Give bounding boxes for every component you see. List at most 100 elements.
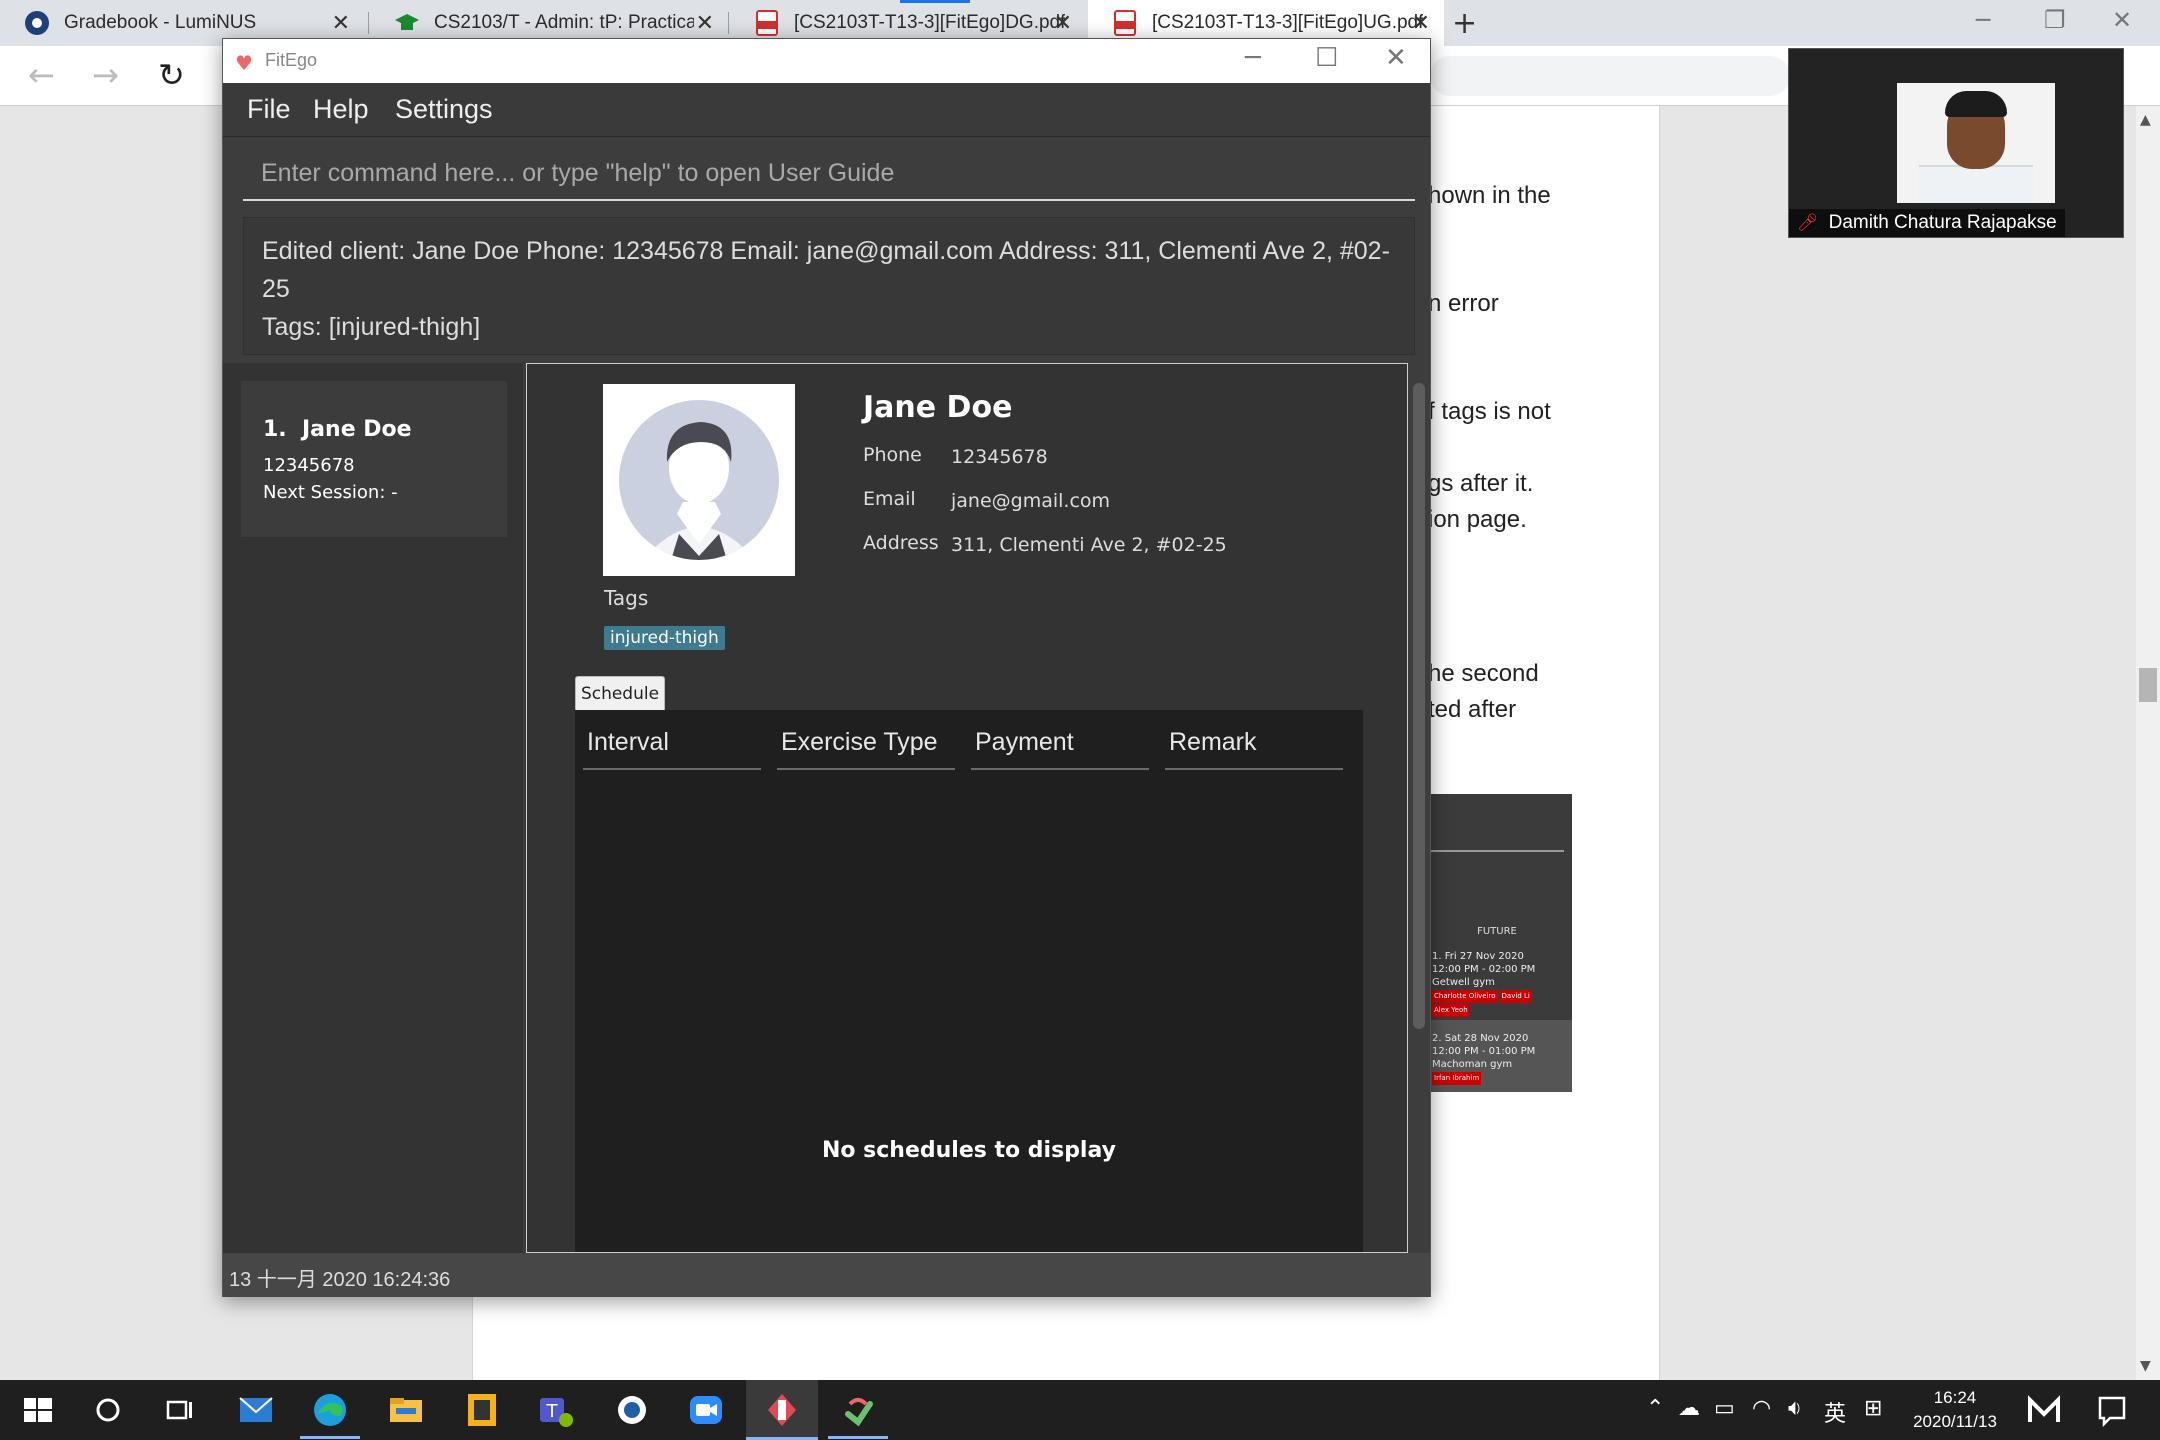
- status-bar: 13 十一月 2020 16:24:36: [223, 1253, 1430, 1297]
- result-line: Tags: [injured-thigh]: [262, 313, 481, 341]
- future-label: FUTURE: [1477, 926, 1517, 937]
- address-bar[interactable]: [1430, 56, 1790, 96]
- pdf-text: gs after it.: [1428, 470, 1534, 497]
- muted-mic-icon: 🎤︎: [1797, 213, 1819, 232]
- command-box: [243, 147, 1415, 201]
- svg-text:T: T: [546, 1401, 559, 1422]
- volume-icon[interactable]: 🔉︎: [1788, 1396, 1802, 1421]
- email-label: Email: [863, 488, 916, 510]
- result-display: Edited client: Jane Doe Phone: 12345678 …: [243, 217, 1415, 355]
- pdf-text: n error: [1428, 290, 1499, 317]
- column-header-exercise-type[interactable]: Exercise Type: [777, 728, 955, 770]
- pdf-text: ion page.: [1428, 506, 1527, 533]
- menu-settings[interactable]: Settings: [395, 94, 493, 125]
- menu-help[interactable]: Help: [313, 94, 369, 125]
- result-line: Edited client: Jane Doe Phone: 12345678 …: [262, 237, 1390, 303]
- taskbar-clock[interactable]: 16:24 2020/11/13: [1900, 1386, 2010, 1434]
- tab-title: [CS2103T-T13-3][FitEgo]UG.pdf: [1152, 12, 1424, 33]
- window-title-bar[interactable]: ♥ FitEgo ─ ☐ ✕: [223, 39, 1430, 83]
- tag-badge: injured-thigh: [604, 626, 725, 650]
- avatar: [603, 384, 795, 576]
- pdf-scrollbar[interactable]: ▲ ▼: [2136, 106, 2160, 1380]
- notifications-icon[interactable]: [2092, 1390, 2132, 1430]
- pdf-text: he second: [1428, 660, 1539, 687]
- close-tab-icon[interactable]: ✕: [1412, 10, 1430, 36]
- client-next-session: Next Session: -: [263, 482, 398, 503]
- forward-icon[interactable]: →: [92, 56, 119, 94]
- empty-schedule-message: No schedules to display: [821, 1138, 1116, 1163]
- loading-indicator: [900, 0, 970, 3]
- close-tab-icon[interactable]: ✕: [696, 10, 714, 36]
- intellij-icon[interactable]: [762, 1390, 802, 1430]
- fitego-logo-icon: ♥: [235, 51, 253, 75]
- tab-title: [CS2103T-T13-3][FitEgo]DG.pdf: [794, 12, 1066, 33]
- participant-video: [1897, 83, 2055, 203]
- client-detail-panel: Tags injured-thigh Jane Doe Phone 123456…: [526, 363, 1408, 1253]
- app-icon[interactable]: [612, 1390, 652, 1430]
- column-header-remark[interactable]: Remark: [1165, 728, 1343, 770]
- phone-value: 12345678: [951, 446, 1048, 468]
- client-name: 1. Jane Doe: [263, 417, 412, 442]
- clock-date: 2020/11/13: [1913, 1412, 1997, 1431]
- menu-file[interactable]: File: [247, 94, 291, 125]
- schedule-tab-button[interactable]: Schedule: [575, 676, 665, 712]
- graduation-cap-icon: [395, 14, 419, 30]
- taskbar: T ⌃ ☁ ▭ ◠ 🔉︎ 英 ⊞ 16:24 2020/11/13: [0, 1380, 2160, 1440]
- windows-start-icon[interactable]: [18, 1390, 58, 1430]
- pdf-text: hown in the: [1428, 182, 1551, 209]
- column-header-interval[interactable]: Interval: [583, 728, 761, 770]
- restore-icon[interactable]: ❐: [2044, 6, 2066, 34]
- close-tab-icon[interactable]: ✕: [332, 10, 350, 36]
- client-detail-name: Jane Doe: [863, 390, 1013, 425]
- window-title: FitEgo: [265, 50, 318, 70]
- command-input[interactable]: [243, 147, 1415, 199]
- reload-icon[interactable]: ↻: [158, 56, 185, 94]
- battery-icon[interactable]: ▭: [1714, 1396, 1735, 1421]
- fitego-window: ♥ FitEgo ─ ☐ ✕ File Help Settings Edited…: [222, 38, 1431, 1297]
- schedule-entry: 2. Sat 28 Nov 2020 12:00 PM - 01:00 PM M…: [1432, 1032, 1535, 1085]
- show-hidden-icons[interactable]: ⌃: [1646, 1396, 1664, 1421]
- pdf-text: ted after: [1428, 696, 1517, 723]
- clock-time: 16:24: [1933, 1388, 1977, 1407]
- close-window-icon[interactable]: ✕: [2112, 6, 2132, 34]
- pdf-text: f tags is not: [1428, 398, 1551, 425]
- search-icon[interactable]: [88, 1390, 128, 1430]
- phone-label: Phone: [863, 444, 922, 466]
- participant-name: Damith Chatura Rajapakse: [1828, 212, 2057, 233]
- tab-title: CS2103/T - Admin: tP: Practical E: [434, 12, 694, 33]
- zoom-icon[interactable]: [686, 1390, 726, 1430]
- fitego-app-icon[interactable]: [838, 1390, 878, 1430]
- tags-label: Tags: [604, 586, 649, 610]
- minimize-icon[interactable]: ─: [1245, 43, 1261, 73]
- pdf-screenshot-image: FUTURE 1. Fri 27 Nov 2020 12:00 PM - 02:…: [1422, 794, 1572, 1092]
- zoom-video-window[interactable]: 🎤︎ Damith Chatura Rajapakse: [1788, 48, 2124, 238]
- schedule-table: Interval Exercise Type Payment Remark No…: [575, 710, 1363, 1252]
- file-explorer-icon[interactable]: [386, 1390, 426, 1430]
- onedrive-icon[interactable]: ☁: [1678, 1396, 1700, 1421]
- new-tab-button[interactable]: +: [1452, 6, 1477, 41]
- close-tab-icon[interactable]: ✕: [1054, 10, 1072, 36]
- close-icon[interactable]: ✕: [1385, 43, 1407, 73]
- back-icon[interactable]: ←: [28, 56, 55, 94]
- pdf-icon: [756, 10, 778, 36]
- ime-language-indicator[interactable]: 英: [1824, 1396, 1846, 1428]
- pdf-icon: [1114, 10, 1136, 36]
- client-card[interactable]: 1. Jane Doe 12345678 Next Session: -: [241, 381, 507, 537]
- mail-icon[interactable]: [236, 1390, 276, 1430]
- sticky-notes-icon[interactable]: [462, 1390, 502, 1430]
- detail-scrollbar[interactable]: [1409, 365, 1429, 1253]
- teams-icon[interactable]: T: [536, 1390, 576, 1430]
- luminus-icon: [25, 11, 49, 35]
- column-header-payment[interactable]: Payment: [971, 728, 1149, 770]
- maximize-icon[interactable]: ☐: [1315, 43, 1338, 73]
- email-value: jane@gmail.com: [951, 490, 1111, 512]
- client-phone: 12345678: [263, 455, 355, 476]
- app-tray-icon[interactable]: [2024, 1390, 2064, 1430]
- minimize-icon[interactable]: ─: [1976, 6, 1990, 34]
- task-view-icon[interactable]: [160, 1390, 200, 1430]
- edge-browser-icon[interactable]: [310, 1390, 350, 1430]
- menu-bar: File Help Settings: [223, 83, 1430, 137]
- tab-title: Gradebook - LumiNUS: [64, 12, 257, 33]
- wifi-icon[interactable]: ◠: [1752, 1396, 1771, 1421]
- ime-mode-icon[interactable]: ⊞: [1864, 1396, 1882, 1421]
